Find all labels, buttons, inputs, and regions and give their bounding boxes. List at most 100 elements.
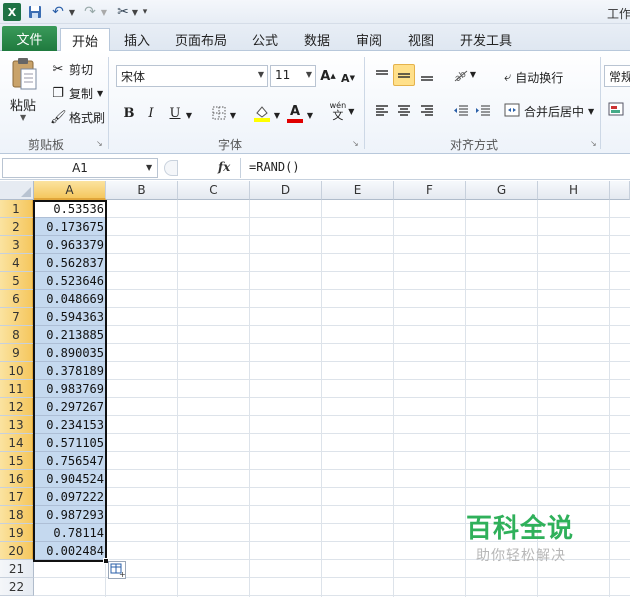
excel-app-icon[interactable]: X: [3, 3, 21, 21]
row-header[interactable]: 1: [0, 200, 34, 218]
table-cell[interactable]: 0.987293: [34, 506, 106, 524]
active-cell[interactable]: 0.53536: [34, 200, 106, 218]
undo-dropdown-icon[interactable]: ▼: [68, 3, 76, 21]
table-cell[interactable]: 0.523646: [34, 272, 106, 290]
font-size-select[interactable]: 11 ▼: [270, 65, 316, 87]
chevron-down-icon[interactable]: ▼: [258, 70, 264, 79]
grow-font-button[interactable]: A ▲: [320, 66, 336, 86]
clipboard-launcher-icon[interactable]: ↘: [96, 139, 103, 148]
number-format-select[interactable]: 常规: [604, 65, 630, 87]
table-cell[interactable]: 0.297267: [34, 398, 106, 416]
font-color-button[interactable]: A: [285, 101, 305, 123]
tab-view[interactable]: 视图: [399, 28, 443, 51]
column-header-next[interactable]: [610, 181, 630, 200]
format-painter-button[interactable]: 🖌 格式刷: [50, 107, 105, 127]
column-header-c[interactable]: C: [178, 181, 250, 200]
row-header[interactable]: 9: [0, 344, 34, 362]
table-cell[interactable]: 0.002484: [34, 542, 106, 560]
tab-formulas[interactable]: 公式: [244, 28, 286, 51]
tab-file[interactable]: 文件: [2, 26, 57, 51]
table-cell[interactable]: 0.756547: [34, 452, 106, 470]
align-right-icon[interactable]: [416, 99, 438, 121]
phonetic-guide-button[interactable]: wén 文 ▼: [328, 101, 356, 121]
table-cell[interactable]: 0.562837: [34, 254, 106, 272]
auto-fill-options-icon[interactable]: +: [108, 561, 126, 579]
table-cell[interactable]: 0.378189: [34, 362, 106, 380]
column-header-b[interactable]: B: [106, 181, 178, 200]
merge-dropdown-icon[interactable]: ▼: [588, 107, 594, 116]
border-dropdown-icon[interactable]: ▼: [229, 105, 237, 125]
table-cell[interactable]: 0.904524: [34, 470, 106, 488]
decrease-indent-icon[interactable]: [450, 99, 472, 121]
fill-color-icon[interactable]: [252, 103, 272, 123]
paste-dropdown-icon[interactable]: ▼: [20, 113, 26, 122]
column-header-h[interactable]: H: [538, 181, 610, 200]
tab-developer[interactable]: 开发工具: [450, 28, 522, 51]
wrap-text-button[interactable]: ⤶ 自动换行: [504, 67, 563, 87]
column-header-a[interactable]: A: [34, 181, 106, 200]
row-header[interactable]: 8: [0, 326, 34, 344]
table-cell[interactable]: 0.78114: [34, 524, 106, 542]
row-header[interactable]: 12: [0, 398, 34, 416]
name-box[interactable]: A1: [2, 158, 158, 178]
paste-button-label[interactable]: 粘贴: [10, 95, 36, 114]
tab-page-layout[interactable]: 页面布局: [166, 28, 236, 51]
column-header-f[interactable]: F: [394, 181, 466, 200]
align-bottom-icon[interactable]: [416, 64, 438, 86]
row-header[interactable]: 5: [0, 272, 34, 290]
align-middle-icon[interactable]: [393, 64, 415, 86]
row-header[interactable]: 7: [0, 308, 34, 326]
table-cell[interactable]: 0.594363: [34, 308, 106, 326]
tools-icon[interactable]: ✂: [114, 3, 132, 21]
undo-icon[interactable]: ↶: [50, 3, 66, 21]
table-cell[interactable]: 0.097222: [34, 488, 106, 506]
table-cell[interactable]: 0.890035: [34, 344, 106, 362]
name-box-dropdown-icon[interactable]: ▼: [146, 163, 152, 172]
row-header[interactable]: 6: [0, 290, 34, 308]
align-center-icon[interactable]: [393, 99, 415, 121]
increase-indent-icon[interactable]: [472, 99, 494, 121]
row-header[interactable]: 13: [0, 416, 34, 434]
save-icon[interactable]: [27, 3, 43, 21]
row-header[interactable]: 17: [0, 488, 34, 506]
formula-bar-resize-handle[interactable]: [164, 160, 178, 176]
paste-icon[interactable]: [10, 57, 38, 91]
tools-dropdown-icon[interactable]: ▼: [131, 3, 139, 21]
column-header-g[interactable]: G: [466, 181, 538, 200]
table-cell[interactable]: 0.571105: [34, 434, 106, 452]
phonetic-dropdown-icon[interactable]: ▼: [348, 107, 354, 116]
row-header[interactable]: 21: [0, 560, 34, 578]
chevron-down-icon[interactable]: ▼: [306, 70, 312, 79]
table-cell[interactable]: 0.173675: [34, 218, 106, 236]
row-header[interactable]: 2: [0, 218, 34, 236]
redo-icon[interactable]: ↷: [82, 3, 98, 21]
row-header[interactable]: 19: [0, 524, 34, 542]
font-color-dropdown-icon[interactable]: ▼: [306, 105, 314, 125]
table-cell[interactable]: 0.213885: [34, 326, 106, 344]
row-header[interactable]: 3: [0, 236, 34, 254]
underline-dropdown-icon[interactable]: ▼: [185, 105, 193, 125]
shrink-font-button[interactable]: A ▼: [341, 68, 355, 88]
orientation-dropdown-icon[interactable]: ▼: [468, 67, 478, 81]
align-top-icon[interactable]: [371, 64, 393, 86]
cut-button[interactable]: ✂ 剪切: [50, 59, 93, 79]
row-header[interactable]: 14: [0, 434, 34, 452]
conditional-format-icon[interactable]: [608, 101, 626, 119]
table-cell[interactable]: 0.963379: [34, 236, 106, 254]
row-header[interactable]: 22: [0, 578, 34, 596]
redo-dropdown-icon[interactable]: ▼: [100, 3, 108, 21]
tab-data[interactable]: 数据: [295, 28, 339, 51]
table-cell[interactable]: 0.983769: [34, 380, 106, 398]
border-icon[interactable]: [210, 103, 228, 123]
font-launcher-icon[interactable]: ↘: [352, 139, 359, 148]
merge-center-button[interactable]: 合并后居中 ▼: [504, 101, 594, 121]
copy-dropdown-icon[interactable]: ▼: [97, 89, 103, 98]
fill-color-dropdown-icon[interactable]: ▼: [273, 105, 281, 125]
column-header-d[interactable]: D: [250, 181, 322, 200]
row-header[interactable]: 18: [0, 506, 34, 524]
row-header[interactable]: 10: [0, 362, 34, 380]
table-cell[interactable]: 0.048669: [34, 290, 106, 308]
row-header[interactable]: 16: [0, 470, 34, 488]
tab-review[interactable]: 审阅: [347, 28, 391, 51]
column-header-e[interactable]: E: [322, 181, 394, 200]
